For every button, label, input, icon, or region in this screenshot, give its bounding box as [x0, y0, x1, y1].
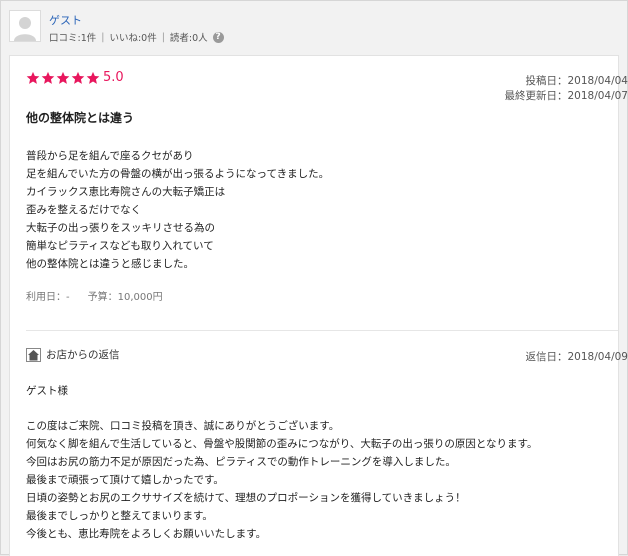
reply-date: 返信日：2018/04/09	[525, 351, 628, 363]
help-icon[interactable]: ?	[212, 31, 224, 43]
review-line: 他の整体院とは違うと感じました。	[26, 258, 194, 270]
review-line: 大転子の出っ張りをスッキリさせる為の	[26, 222, 215, 234]
section-divider	[26, 330, 618, 331]
shop-reply-label: お店からの返信	[46, 349, 120, 361]
star-icon	[41, 71, 55, 85]
reply-body: この度はご来院、口コミ投稿を頂き、誠にありがとうございます。 何気なく脚を組んで…	[26, 417, 537, 543]
user-avatar[interactable]	[9, 10, 41, 42]
review-card: 5.0 投稿日：2018/04/04 最終更新日：2018/04/07 他の整体…	[9, 55, 628, 556]
review-line: 足を組んでいた方の骨盤の横が出っ張るようになってきました。	[26, 168, 330, 180]
star-icon	[26, 71, 40, 85]
reply-line: この度はご来院、口コミ投稿を頂き、誠にありがとうございます。	[26, 420, 340, 432]
rating-value: 5.0	[103, 70, 124, 85]
review-title: 他の整体院とは違う	[26, 111, 135, 125]
stats-separator: |	[101, 31, 105, 43]
review-line: カイラックス恵比寿院さんの大転子矯正は	[26, 186, 226, 198]
review-line: 簡単なピラティスなども取り入れていて	[26, 240, 214, 252]
review-count: 口コミ:1件	[49, 33, 97, 44]
star-icon	[71, 71, 85, 85]
posted-date: 投稿日：2018/04/04	[525, 75, 628, 87]
like-count: いいね:0件	[109, 33, 157, 44]
review-body: 普段から足を組んで座るクセがあり 足を組んでいた方の骨盤の横が出っ張るようになっ…	[26, 147, 329, 273]
budget: 予算：10,000円	[87, 292, 163, 303]
reply-line: 日頃の姿勢とお尻のエクササイズを続けて、理想のプロポーションを獲得していきましょ…	[26, 492, 466, 504]
shop-reply-header: お店からの返信	[26, 347, 120, 362]
star-icon	[56, 71, 70, 85]
avatar-placeholder-icon	[10, 11, 40, 41]
review-dates: 投稿日：2018/04/04 最終更新日：2018/04/07	[504, 74, 628, 104]
reply-line: 今後とも、恵比寿院をよろしくお願いいたします。	[26, 528, 267, 540]
reader-count: 読者:0人	[169, 33, 208, 44]
stats-separator: |	[161, 31, 165, 43]
review-frame: ゲスト 口コミ:1件 | いいね:0件 | 読者:0人 ? 5.0 投稿日：20…	[0, 0, 628, 556]
shop-home-icon	[26, 347, 41, 362]
review-line: 歪みを整えるだけでなく	[26, 204, 142, 216]
star-rating: 5.0	[26, 71, 124, 85]
updated-date: 最終更新日：2018/04/07	[504, 90, 628, 102]
user-name-link[interactable]: ゲスト	[49, 12, 82, 28]
reply-line: 何気なく脚を組んで生活していると、骨盤や股関節の歪みにつながり、大転子の出っ張り…	[26, 438, 538, 450]
reply-line: 最後まで頑張って頂けて嬉しかったです。	[26, 474, 224, 486]
reply-greeting: ゲスト様	[26, 385, 68, 397]
review-line: 普段から足を組んで座るクセがあり	[26, 150, 194, 162]
reply-line: 今回はお尻の筋力不足が原因だった為、ピラティスでの動作トレーニングを導入しました…	[26, 456, 456, 468]
usage-date: 利用日：-	[26, 292, 70, 303]
reply-line: 最後までしっかりと整えてまいります。	[26, 510, 213, 522]
user-stats: 口コミ:1件 | いいね:0件 | 読者:0人 ?	[49, 30, 224, 44]
star-icon	[86, 71, 100, 85]
review-meta: 利用日：- 予算：10,000円	[26, 288, 163, 303]
